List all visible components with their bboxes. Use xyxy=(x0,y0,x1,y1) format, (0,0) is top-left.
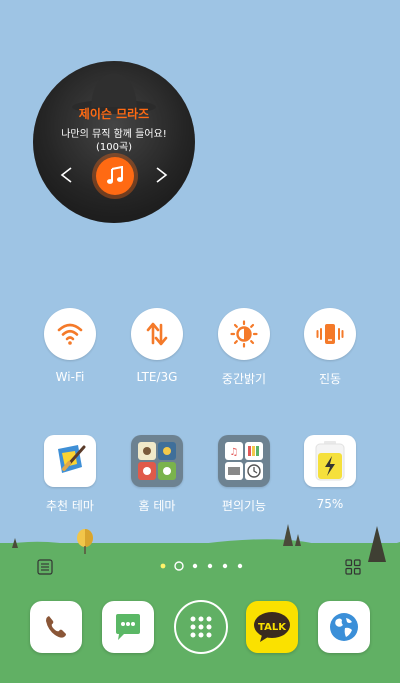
globe-icon xyxy=(330,613,358,641)
news-icon[interactable] xyxy=(37,559,53,575)
message-icon xyxy=(116,614,140,640)
page-dot-current[interactable] xyxy=(174,561,184,571)
page-dot[interactable] xyxy=(237,563,243,569)
page-dot[interactable] xyxy=(160,563,166,569)
home-theme-icon xyxy=(131,435,183,487)
page-dot[interactable] xyxy=(222,563,228,569)
utilities-icon: ♫ xyxy=(218,435,270,487)
toggle-wifi[interactable]: Wi-Fi xyxy=(35,308,105,384)
toggle-vibrate[interactable]: 진동 xyxy=(295,308,365,387)
dock-phone[interactable] xyxy=(30,601,82,653)
music-note-icon xyxy=(107,166,123,184)
battery-icon xyxy=(304,435,356,487)
toggle-label: Wi-Fi xyxy=(55,370,85,384)
track-count: (100곡) xyxy=(95,142,133,153)
toggle-label: 진동 xyxy=(318,372,342,386)
app-label: 추천 테마 xyxy=(46,499,94,513)
previous-icon[interactable] xyxy=(59,167,75,183)
app-utilities[interactable]: ♫ 편의기능 xyxy=(209,435,279,514)
toggle-label: LTE/3G xyxy=(136,370,178,384)
artist-name: 제이슨 므라즈 xyxy=(78,107,150,121)
vibrate-icon xyxy=(316,324,344,344)
page-indicator[interactable] xyxy=(157,559,247,573)
toggle-brightness[interactable]: 중간밝기 xyxy=(209,308,279,387)
phone-icon xyxy=(46,616,66,638)
theme-brush-icon xyxy=(44,435,96,487)
page-dot[interactable] xyxy=(192,563,198,569)
dock-messages[interactable] xyxy=(102,601,154,653)
dock-app-drawer[interactable] xyxy=(174,600,228,654)
brightness-icon xyxy=(230,320,258,348)
wifi-icon xyxy=(57,323,83,345)
app-label: 편의기능 xyxy=(221,499,267,513)
app-drawer-icon xyxy=(190,616,212,638)
talk-text: TALK xyxy=(258,622,286,633)
app-label: 75% xyxy=(316,497,344,511)
data-transfer-icon xyxy=(146,322,168,346)
toggle-label: 중간밝기 xyxy=(221,372,267,386)
dock-kakaotalk[interactable]: TALK xyxy=(246,601,298,653)
app-battery[interactable]: 75% xyxy=(295,435,365,511)
toggle-lte[interactable]: LTE/3G xyxy=(122,308,192,384)
app-label: 홈 테마 xyxy=(138,499,176,513)
play-music-button[interactable] xyxy=(96,157,134,195)
app-home-theme[interactable]: 홈 테마 xyxy=(122,435,192,514)
music-widget[interactable]: 제이슨 므라즈 나만의 뮤직 함께 들어요! (100곡) xyxy=(33,61,195,223)
svg-text:♫: ♫ xyxy=(230,447,239,458)
next-icon[interactable] xyxy=(153,167,169,183)
widgets-grid-icon[interactable] xyxy=(345,559,361,575)
app-recommended-theme[interactable]: 추천 테마 xyxy=(35,435,105,514)
page-dot[interactable] xyxy=(207,563,213,569)
dock-browser[interactable] xyxy=(318,601,370,653)
